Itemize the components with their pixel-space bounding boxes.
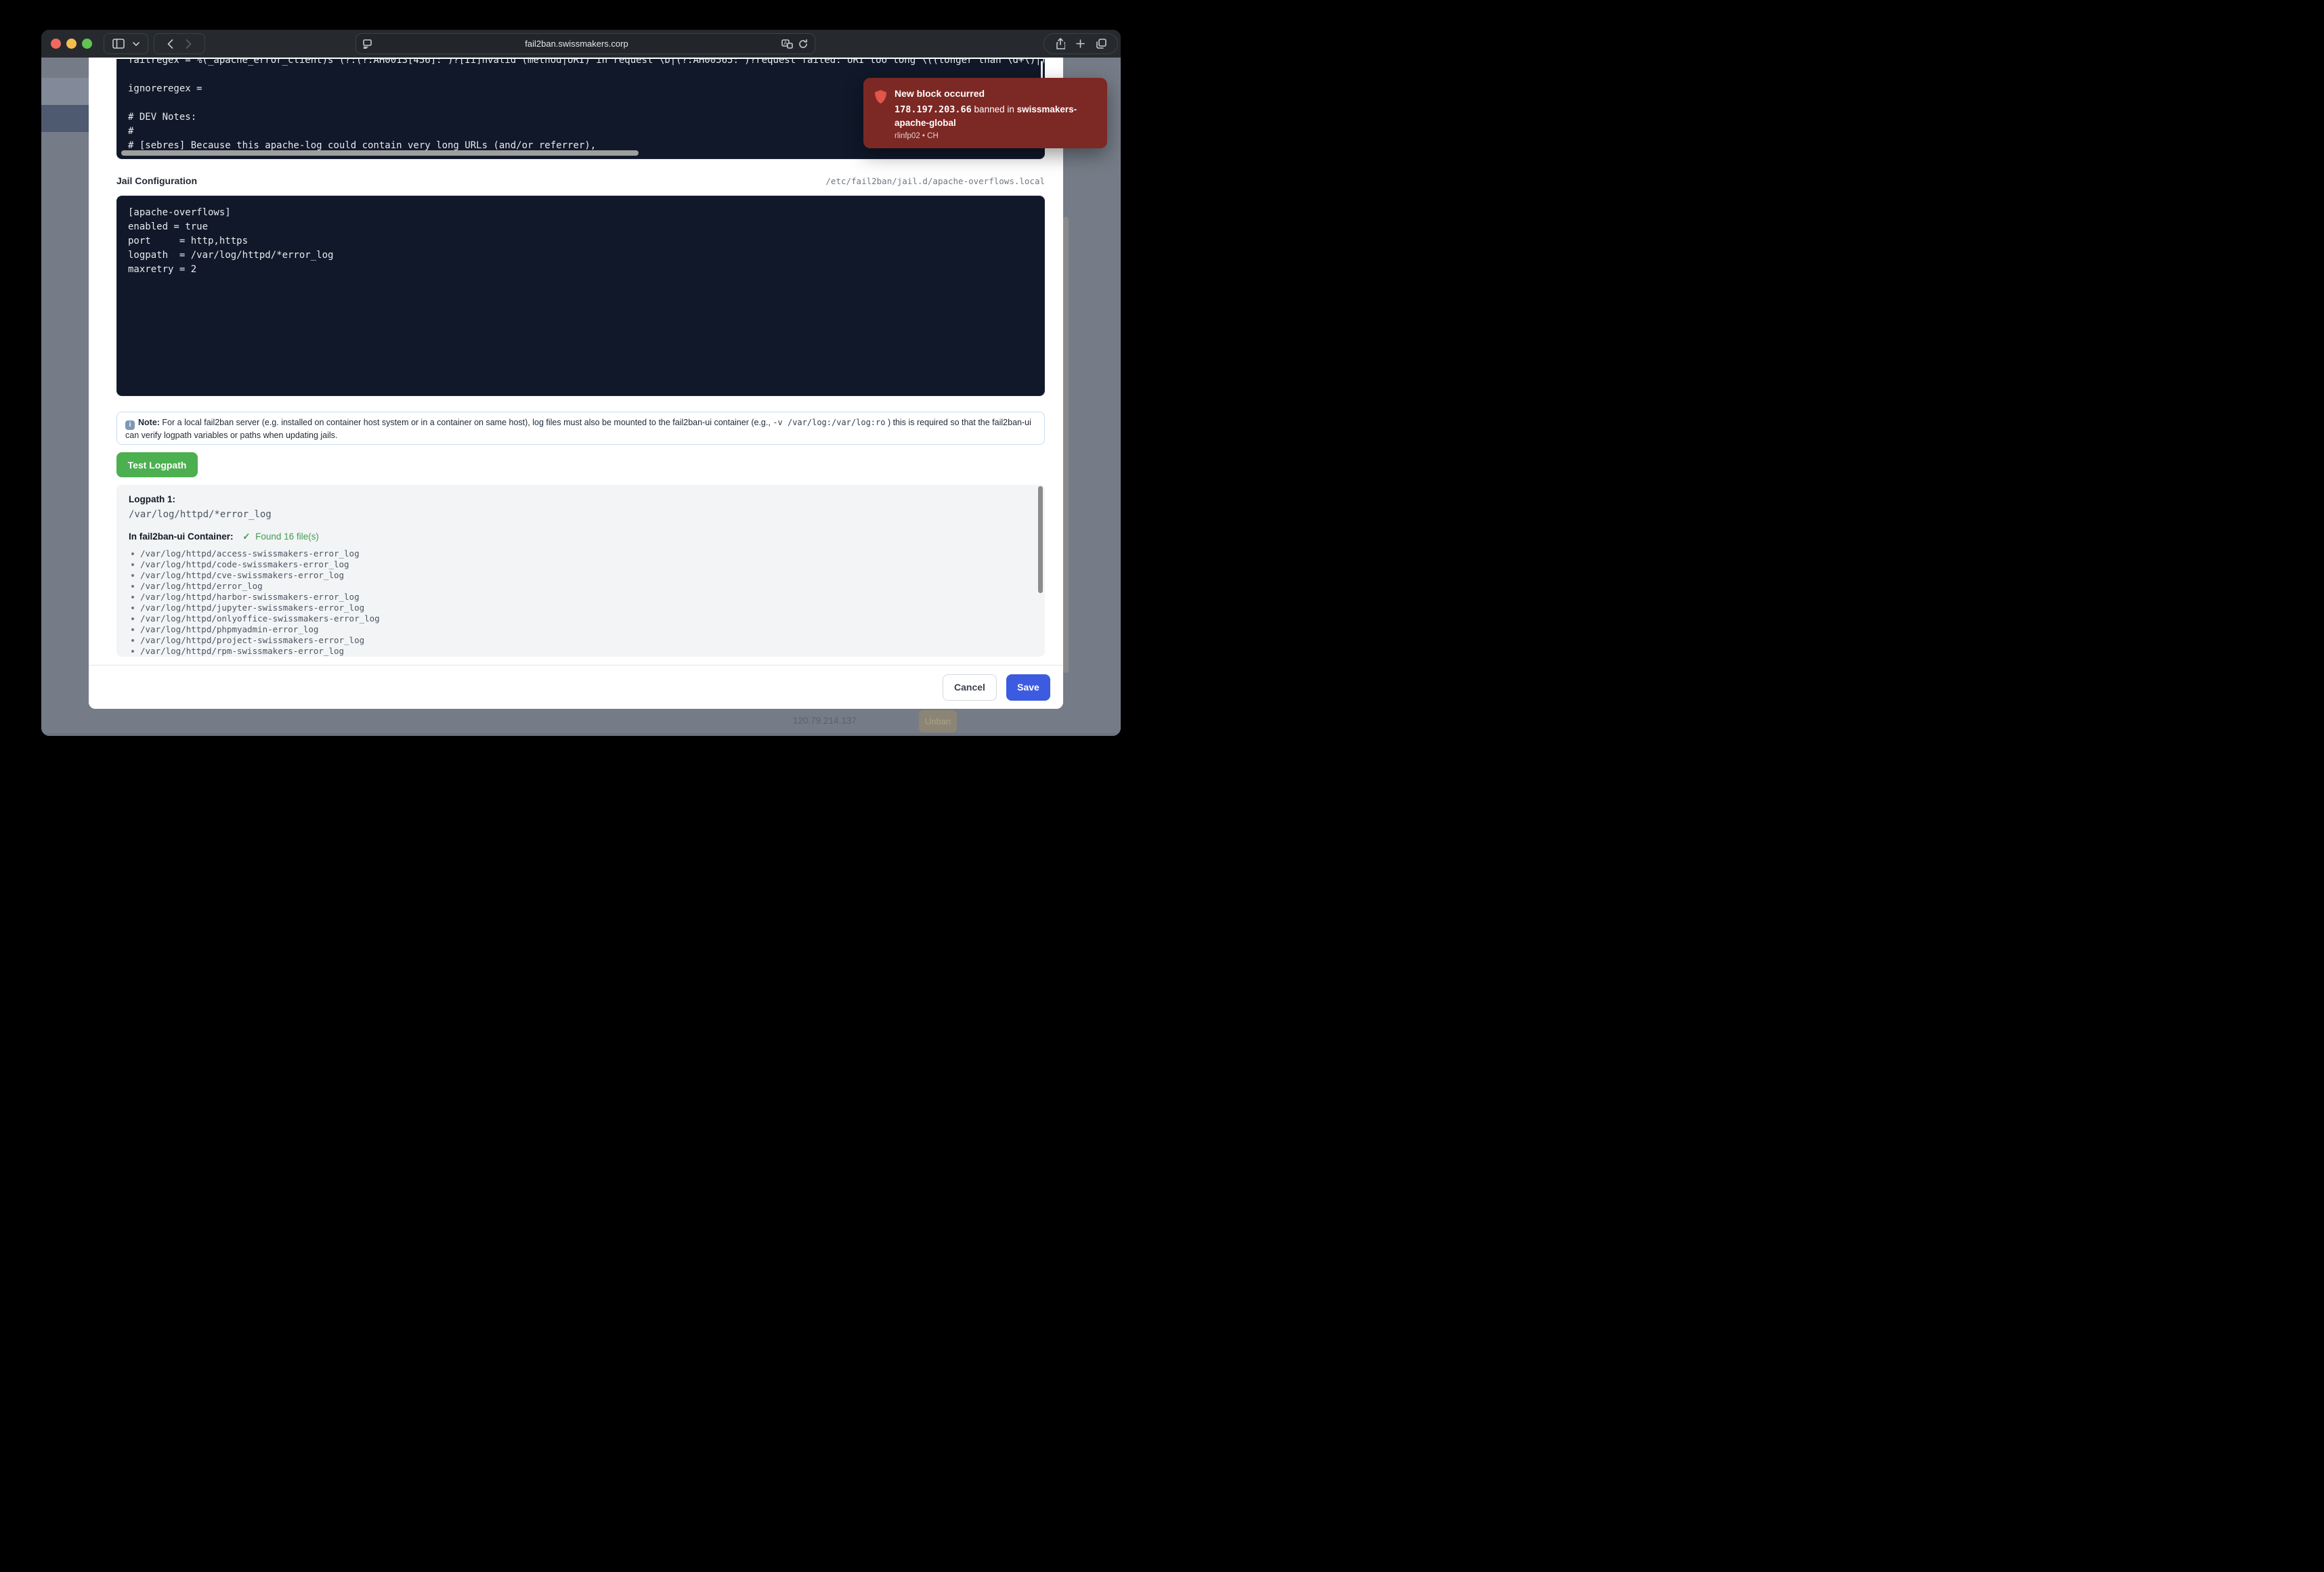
bullet-icon <box>131 574 134 577</box>
logpath-test-results: Logpath 1: /var/log/httpd/*error_log In … <box>116 485 1045 657</box>
bullet-icon <box>131 552 134 555</box>
log-file-item: /var/log/httpd/jupyter-swissmakers-error… <box>129 603 1033 613</box>
address-bar[interactable]: fail2ban.swissmakers.corp A <box>356 33 815 54</box>
sidebar-icon <box>112 39 125 49</box>
log-file-item: /var/log/httpd/phpmyadmin-error_log <box>129 624 1033 635</box>
dimmed-banned-row: 120.79.214.137 Unban <box>41 709 1121 736</box>
toast-message: 178.197.203.66 banned in swissmakers-apa… <box>895 103 1096 129</box>
log-file-item: /var/log/httpd/harbor-swissmakers-error_… <box>129 592 1033 603</box>
info-icon: i <box>125 420 135 430</box>
log-file-item: /var/log/httpd/cve-swissmakers-error_log <box>129 570 1033 581</box>
bullet-icon <box>131 617 134 620</box>
dimmed-page-fragment <box>41 78 89 105</box>
results-scrollbar[interactable] <box>1038 486 1043 593</box>
back-button[interactable] <box>167 39 173 49</box>
edit-jail-modal: failregex = %(_apache_error_client)s (?:… <box>89 58 1063 709</box>
log-file-item: /var/log/httpd/error_log <box>129 581 1033 592</box>
bullet-icon <box>131 596 134 598</box>
log-file-item: /var/log/httpd/project-swissmakers-error… <box>129 635 1033 646</box>
dimmed-page-fragment <box>41 105 89 132</box>
container-result-row: In fail2ban-ui Container: ✓ Found 16 fil… <box>129 531 1033 542</box>
jail-config-code: [apache-overflows]enabled = trueport = h… <box>117 196 1044 286</box>
note-label: Note: <box>138 418 160 427</box>
toast-title: New block occurred <box>895 88 1096 99</box>
modal-scrollbar[interactable] <box>1063 217 1069 673</box>
bullet-icon <box>131 563 134 566</box>
jail-configuration-header: Jail Configuration /etc/fail2ban/jail.d/… <box>116 175 1045 186</box>
page-format-icon[interactable] <box>363 39 372 49</box>
forward-button[interactable] <box>186 39 192 49</box>
translate-icon[interactable]: A <box>781 39 793 49</box>
new-tab-icon[interactable] <box>1076 39 1085 48</box>
new-block-toast[interactable]: New block occurred 178.197.203.66 banned… <box>863 78 1107 148</box>
zoom-window-button[interactable] <box>82 39 92 49</box>
save-button[interactable]: Save <box>1006 674 1050 701</box>
bullet-icon <box>131 607 134 609</box>
logpath-value: /var/log/httpd/*error_log <box>129 509 1033 520</box>
found-files-status: ✓ Found 16 file(s) <box>242 531 319 542</box>
note-text-before: For a local fail2ban server (e.g. instal… <box>160 418 773 427</box>
chevron-down-icon <box>133 42 139 46</box>
jail-configuration-label: Jail Configuration <box>116 175 197 186</box>
nav-buttons <box>154 33 205 54</box>
browser-window: 120.79.214.137 Unban <box>41 30 1121 736</box>
shield-icon <box>874 89 887 108</box>
toolbar-right <box>1043 33 1118 54</box>
check-icon: ✓ <box>242 531 250 542</box>
bullet-icon <box>131 650 134 653</box>
titlebar: fail2ban.swissmakers.corp A <box>41 30 1121 58</box>
sidebar-toggle-button[interactable] <box>104 33 148 54</box>
modal-footer: Cancel Save <box>89 665 1063 709</box>
log-file-item: /var/log/httpd/onlyoffice-swissmakers-er… <box>129 613 1033 624</box>
bullet-icon <box>131 585 134 588</box>
dimmed-ip-text: 120.79.214.137 <box>793 716 857 726</box>
close-window-button[interactable] <box>51 39 61 49</box>
editor-horizontal-scrollbar[interactable] <box>121 150 639 156</box>
found-files-list: /var/log/httpd/access-swissmakers-error_… <box>129 548 1033 657</box>
container-label: In fail2ban-ui Container: <box>129 531 234 542</box>
jail-config-file-path: /etc/fail2ban/jail.d/apache-overflows.lo… <box>825 176 1045 186</box>
log-file-item: /var/log/httpd/access-swissmakers-error_… <box>129 548 1033 559</box>
logpath-label: Logpath 1: <box>129 494 1033 504</box>
share-icon[interactable] <box>1056 38 1065 49</box>
note-box: iNote: For a local fail2ban server (e.g.… <box>116 412 1045 445</box>
minimize-window-button[interactable] <box>66 39 77 49</box>
unban-button[interactable]: Unban <box>919 710 957 733</box>
reload-icon[interactable] <box>798 39 808 49</box>
test-logpath-button[interactable]: Test Logpath <box>116 452 198 477</box>
jail-config-editor[interactable]: [apache-overflows]enabled = trueport = h… <box>116 196 1045 396</box>
banned-ip: 178.197.203.66 <box>895 104 972 115</box>
cancel-button[interactable]: Cancel <box>943 674 997 701</box>
toast-meta: rlinfp02 • CH <box>895 132 1096 140</box>
log-file-item: /var/log/httpd/rpm-swissmakers-error_log <box>129 646 1033 657</box>
bullet-icon <box>131 628 134 631</box>
dimmed-page-fragment <box>41 733 1121 736</box>
bullet-icon <box>131 639 134 642</box>
tab-overview-icon[interactable] <box>1096 39 1106 49</box>
log-file-item: /var/log/httpd/code-swissmakers-error_lo… <box>129 559 1033 570</box>
note-code: -v /var/log:/var/log:ro <box>773 418 885 427</box>
url-text: fail2ban.swissmakers.corp <box>372 39 781 49</box>
